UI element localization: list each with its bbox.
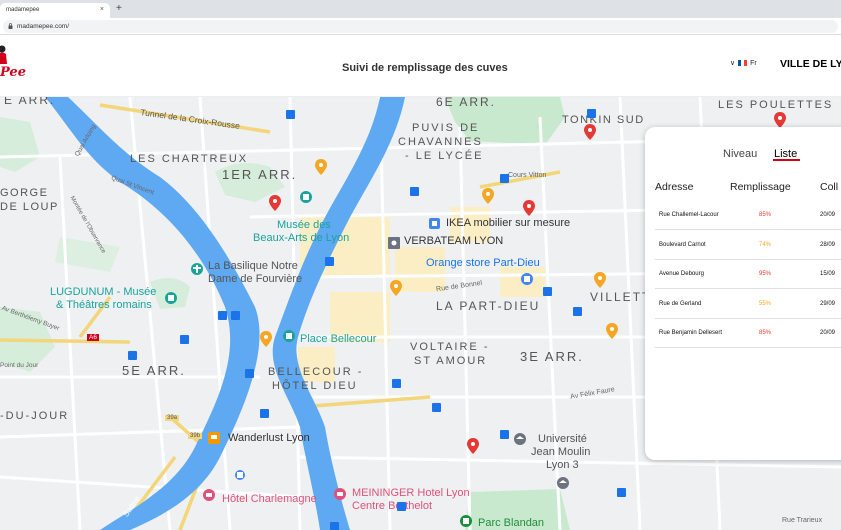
table-row[interactable]: Boulevard Carnot 74% 28/09 (655, 231, 841, 260)
url-field[interactable]: madamepee.com/ (3, 20, 838, 33)
logo-text[interactable]: Pee (0, 65, 26, 80)
museum-icon[interactable] (300, 191, 312, 203)
shopping-icon[interactable] (521, 273, 533, 285)
city-name: VILLE DE LYON (780, 58, 841, 70)
business-icon[interactable] (388, 237, 400, 249)
row-date: 28/09 (820, 242, 836, 248)
browser-url-bar: madamepee.com/ (0, 18, 841, 35)
cuve-marker-icon[interactable] (482, 188, 494, 204)
row-remplissage: 74% (759, 242, 772, 248)
row-date: 15/09 (820, 271, 836, 277)
cuve-marker-icon[interactable] (774, 112, 786, 128)
cuve-marker-icon[interactable] (584, 124, 596, 140)
hotel-icon[interactable] (203, 489, 215, 501)
column-header-adresse[interactable]: Adresse (655, 181, 694, 193)
row-adresse: Rue de Gerland (659, 301, 702, 307)
table-row[interactable]: Rue de Gerland 55% 29/09 (655, 290, 841, 319)
row-date: 29/09 (820, 301, 836, 307)
url-text: madamepee.com/ (17, 23, 70, 30)
tank-list-panel: Niveau Liste Adresse Remplissage Coll Ru… (645, 127, 841, 460)
university-icon[interactable] (514, 433, 526, 445)
row-date: 20/09 (820, 212, 836, 218)
france-flag-icon (738, 60, 748, 66)
university-icon[interactable] (557, 477, 569, 489)
table-row[interactable]: Rue Benjamin Dellesert 85% 20/09 (655, 319, 841, 348)
app-root: madamepee × + madamepee.com/ Pee Suivi d… (0, 0, 841, 530)
row-adresse: Boulevard Carnot (659, 242, 706, 248)
bar-icon[interactable] (208, 432, 220, 444)
cuve-marker-icon[interactable] (467, 438, 479, 454)
table-row[interactable]: Avenue Debourg 95% 15/09 (655, 260, 841, 289)
chevron-down-icon: ∨ (730, 60, 736, 67)
row-remplissage: 85% (759, 330, 772, 336)
app-header: Pee Suivi de remplissage des cuves ∨ Fr … (0, 35, 841, 97)
cuve-marker-icon[interactable] (315, 159, 327, 175)
browser-tab[interactable]: madamepee × (0, 3, 110, 18)
active-tab-indicator (773, 159, 800, 161)
row-remplissage: 55% (759, 301, 772, 307)
row-date: 20/09 (820, 330, 836, 336)
cuve-marker-icon[interactable] (523, 200, 535, 216)
cuve-marker-icon[interactable] (594, 272, 606, 288)
row-adresse: Avenue Debourg (659, 271, 704, 277)
cuve-marker-icon[interactable] (606, 323, 618, 339)
language-label: Fr (750, 59, 757, 67)
column-header-remplissage[interactable]: Remplissage (730, 181, 791, 193)
cuve-marker-icon[interactable] (260, 331, 272, 347)
attraction-icon[interactable] (235, 470, 245, 480)
cuve-marker-icon[interactable] (390, 280, 402, 296)
column-header-collecte[interactable]: Coll (820, 181, 838, 193)
shopping-icon[interactable] (429, 218, 440, 229)
hotel-icon[interactable] (334, 488, 346, 500)
language-selector[interactable]: ∨ Fr (730, 59, 757, 68)
row-remplissage: 95% (759, 271, 772, 277)
lock-icon (8, 23, 13, 29)
browser-tab-title: madamepee (6, 7, 40, 13)
cuve-marker-icon[interactable] (269, 195, 281, 211)
tab-niveau[interactable]: Niveau (723, 148, 757, 160)
close-tab-icon[interactable]: × (100, 6, 104, 13)
new-tab-button[interactable]: + (116, 3, 122, 15)
park-icon[interactable] (460, 515, 472, 527)
church-icon[interactable] (191, 263, 203, 275)
browser-tab-bar: madamepee × + (0, 0, 841, 18)
museum-icon[interactable] (165, 292, 177, 304)
table-row[interactable]: Rue Challemel-Lacour 85% 20/09 (655, 201, 841, 230)
page-title: Suivi de remplissage des cuves (342, 62, 508, 74)
row-remplissage: 85% (759, 212, 772, 218)
park-icon[interactable] (283, 330, 295, 342)
metro-station-icons (128, 109, 626, 530)
row-adresse: Rue Benjamin Dellesert (659, 330, 723, 336)
logo-figure-icon (0, 45, 7, 64)
row-adresse: Rue Challemel-Lacour (659, 212, 719, 218)
